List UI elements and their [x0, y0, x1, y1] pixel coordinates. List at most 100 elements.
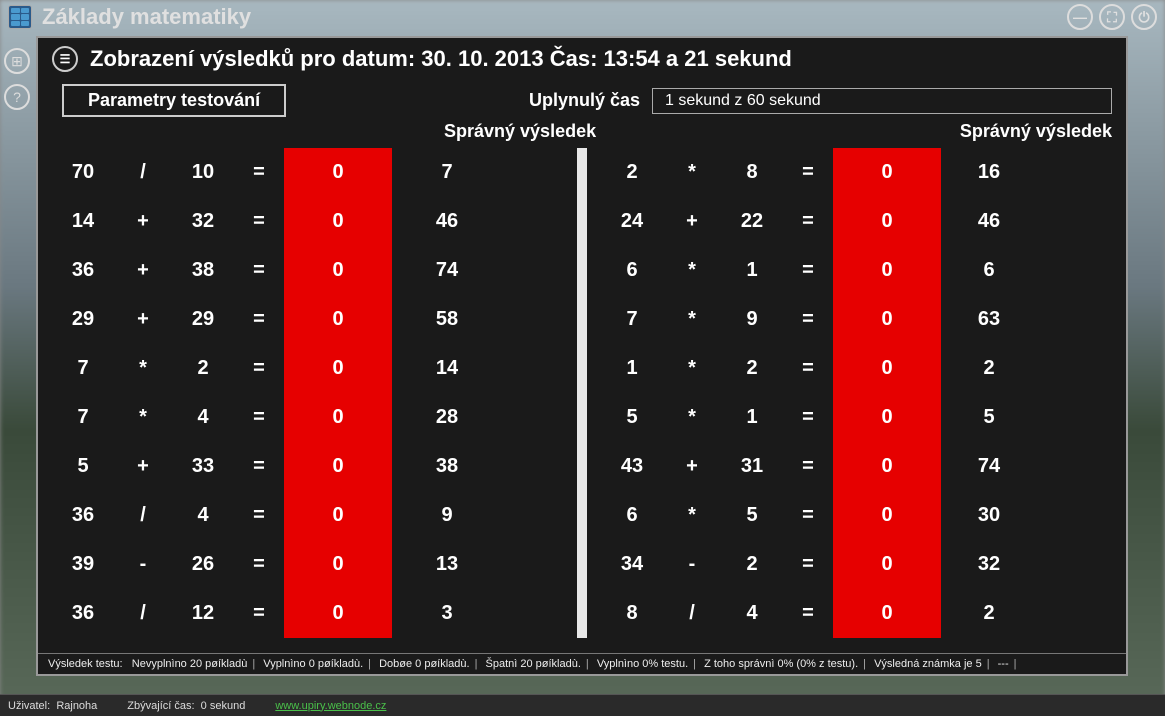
footer-stat: Z toho správnì 0% (0% z testu). — [704, 658, 858, 670]
user-answer: 0 — [833, 491, 941, 540]
operand-b: 5 — [721, 491, 783, 540]
minimize-button[interactable]: — — [1067, 4, 1093, 30]
menu-icon[interactable]: ☰ — [52, 46, 78, 72]
correct-answer: 30 — [941, 491, 1037, 540]
correct-answer: 2 — [941, 589, 1037, 638]
app-logo-icon — [8, 5, 32, 29]
operator: / — [114, 589, 172, 638]
operand-a: 14 — [52, 197, 114, 246]
result-row: 34-2=032 — [601, 540, 1112, 589]
user-answer: 0 — [284, 197, 392, 246]
operand-a: 29 — [52, 295, 114, 344]
elapsed-value: 1 sekund z 60 sekund — [652, 88, 1112, 114]
operand-a: 24 — [601, 197, 663, 246]
result-row: 7*2=014 — [52, 344, 563, 393]
left-sidebar: ⊞ ? — [4, 48, 30, 110]
column-headers: Správný výsledek Správný výsledek — [38, 119, 1126, 148]
operand-b: 4 — [721, 589, 783, 638]
equals-sign: = — [783, 540, 833, 589]
column-divider — [577, 148, 587, 638]
operator: * — [663, 295, 721, 344]
equals-sign: = — [783, 295, 833, 344]
operand-a: 7 — [52, 393, 114, 442]
user-answer: 0 — [284, 246, 392, 295]
user-answer: 0 — [833, 344, 941, 393]
equals-sign: = — [234, 295, 284, 344]
result-row: 36+38=074 — [52, 246, 563, 295]
equals-sign: = — [234, 442, 284, 491]
status-bar: Uživatel: Rajnoha Zbývající čas: 0 sekun… — [0, 694, 1165, 716]
help-icon[interactable]: ? — [4, 84, 30, 110]
user-label: Uživatel: — [8, 700, 50, 712]
result-row: 14+32=046 — [52, 197, 563, 246]
left-column: 70/10=0714+32=04636+38=07429+29=0587*2=0… — [52, 148, 563, 638]
correct-header-left: Správný výsledek — [444, 121, 604, 142]
grid-icon[interactable]: ⊞ — [4, 48, 30, 74]
operand-b: 1 — [721, 393, 783, 442]
power-button[interactable]: ⏻ — [1131, 4, 1157, 30]
user-answer: 0 — [284, 393, 392, 442]
website-link[interactable]: www.upiry.webnode.cz — [275, 700, 386, 712]
user-answer: 0 — [833, 197, 941, 246]
user-answer: 0 — [833, 589, 941, 638]
operator: / — [114, 148, 172, 197]
equals-sign: = — [783, 344, 833, 393]
user-answer: 0 — [833, 148, 941, 197]
operator: * — [114, 344, 172, 393]
operator: / — [663, 589, 721, 638]
operand-b: 38 — [172, 246, 234, 295]
operand-a: 5 — [52, 442, 114, 491]
user-answer: 0 — [833, 442, 941, 491]
operand-b: 2 — [172, 344, 234, 393]
operand-b: 10 — [172, 148, 234, 197]
operand-a: 36 — [52, 246, 114, 295]
operand-a: 7 — [601, 295, 663, 344]
time-left-label: Zbývající čas: — [127, 700, 194, 712]
correct-answer: 46 — [941, 197, 1037, 246]
equals-sign: = — [234, 589, 284, 638]
operator: - — [114, 540, 172, 589]
footer-label: Výsledek testu: — [48, 658, 123, 670]
user-name: Rajnoha — [56, 700, 97, 712]
operand-b: 4 — [172, 393, 234, 442]
operand-a: 34 — [601, 540, 663, 589]
operand-a: 1 — [601, 344, 663, 393]
operand-a: 43 — [601, 442, 663, 491]
panel-header: ☰ Zobrazení výsledků pro datum: 30. 10. … — [38, 38, 1126, 80]
result-row: 5*1=05 — [601, 393, 1112, 442]
result-row: 43+31=074 — [601, 442, 1112, 491]
result-row: 36/4=09 — [52, 491, 563, 540]
correct-answer: 74 — [941, 442, 1037, 491]
footer-stat: Nevyplnìno 20 pøíkladù — [132, 658, 248, 670]
fullscreen-button[interactable]: ⛶ — [1099, 4, 1125, 30]
operand-b: 33 — [172, 442, 234, 491]
equals-sign: = — [783, 393, 833, 442]
operand-b: 9 — [721, 295, 783, 344]
user-answer: 0 — [833, 393, 941, 442]
operand-b: 26 — [172, 540, 234, 589]
params-button[interactable]: Parametry testování — [62, 84, 286, 117]
user-answer: 0 — [833, 540, 941, 589]
correct-answer: 63 — [941, 295, 1037, 344]
result-row: 8/4=02 — [601, 589, 1112, 638]
equals-sign: = — [783, 491, 833, 540]
correct-answer: 28 — [392, 393, 502, 442]
correct-answer: 9 — [392, 491, 502, 540]
operator: * — [663, 148, 721, 197]
correct-answer: 74 — [392, 246, 502, 295]
footer-stat: Špatnì 20 pøíkladù. — [486, 658, 581, 670]
footer-stat: Vyplnìno 0% testu. — [597, 658, 688, 670]
operator: * — [114, 393, 172, 442]
result-row: 24+22=046 — [601, 197, 1112, 246]
footer-stat: Vyplnìno 0 pøíkladù. — [263, 658, 363, 670]
operator: * — [663, 246, 721, 295]
footer-stat: Dobøe 0 pøíkladù. — [379, 658, 470, 670]
correct-answer: 32 — [941, 540, 1037, 589]
right-column: 2*8=01624+22=0466*1=067*9=0631*2=025*1=0… — [601, 148, 1112, 638]
time-left-value: 0 sekund — [201, 700, 246, 712]
result-row: 2*8=016 — [601, 148, 1112, 197]
result-row: 36/12=03 — [52, 589, 563, 638]
result-row: 7*4=028 — [52, 393, 563, 442]
result-row: 1*2=02 — [601, 344, 1112, 393]
operator: + — [663, 442, 721, 491]
